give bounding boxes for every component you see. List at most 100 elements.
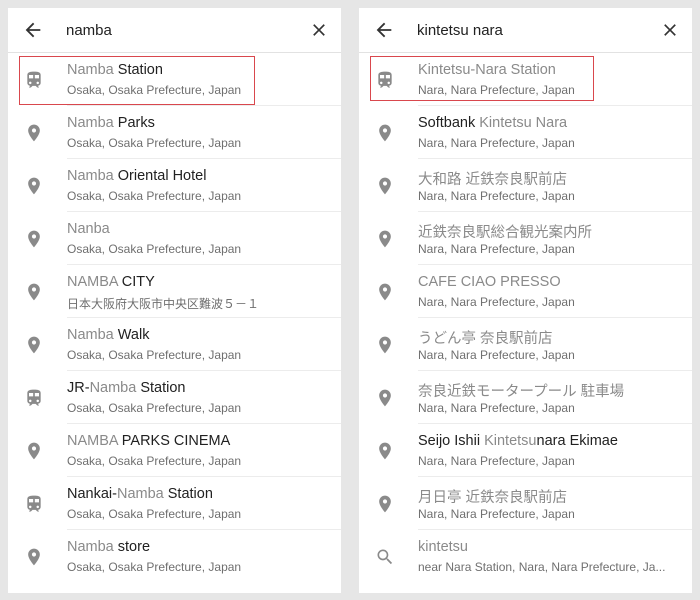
result-address: Nara, Nara Prefecture, Japan [418, 189, 575, 203]
title-segment: 大和路 近鉄奈良駅前店 [418, 172, 568, 188]
train-icon [375, 69, 395, 91]
left-search-panel: Namba Station Osaka, Osaka Prefecture, Ja… [8, 8, 341, 593]
title-segment: Namba [67, 115, 118, 131]
title-segment: Namba [89, 380, 141, 396]
right-search-input[interactable] [417, 17, 637, 43]
list-item[interactable]: Namba Station Osaka, Osaka Prefecture, Ja… [8, 53, 341, 106]
title-segment: Kintetsu-Nara Station [418, 62, 556, 78]
place-pin-icon [375, 440, 395, 462]
train-icon [24, 69, 44, 91]
place-pin-icon [375, 228, 395, 250]
result-address: Osaka, Osaka Prefecture, Japan [67, 83, 242, 97]
title-segment: うどん亭 奈良駅前店 [418, 331, 553, 347]
list-item[interactable]: Namba Walk Osaka, Osaka Prefecture, Japan [8, 318, 341, 371]
title-segment: Ekimae [569, 433, 618, 449]
list-item[interactable]: Namba store Osaka, Osaka Prefecture, Japa… [8, 530, 341, 583]
result-title: NAMBA PARKS CINEMA [67, 433, 333, 449]
list-item[interactable]: 大和路 近鉄奈良駅前店 Nara, Nara Prefecture, Japan [359, 159, 692, 212]
result-title: Namba Station [67, 62, 333, 78]
list-item-text: Namba Oriental Hotel Osaka, Osaka Prefect… [67, 159, 341, 212]
result-address: Nara, Nara Prefecture, Japan [418, 507, 575, 521]
result-address: Osaka, Osaka Prefecture, Japan [67, 348, 242, 362]
list-item[interactable]: 月日亭 近鉄奈良駅前店 Nara, Nara Prefecture, Japan [359, 477, 692, 530]
title-segment: Namba [67, 168, 118, 184]
result-title: 奈良近鉄モータープール 駐車場 [418, 380, 684, 401]
place-pin-icon [375, 334, 395, 356]
list-item[interactable]: Softbank Kintetsu Nara Nara, Nara Prefect… [359, 106, 692, 159]
place-pin-icon [24, 122, 44, 144]
list-item-text: Namba store Osaka, Osaka Prefecture, Japa… [67, 530, 341, 582]
result-address: Nara, Nara Prefecture, Japan [418, 83, 575, 97]
list-item-text: kintetsu near Nara Station, Nara, Nara Pr… [418, 530, 692, 582]
result-title: 月日亭 近鉄奈良駅前店 [418, 486, 684, 507]
result-address: Nara, Nara Prefecture, Japan [418, 242, 575, 256]
list-item-text: NAMBA PARKS CINEMA Osaka, Osaka Prefectur… [67, 424, 341, 477]
list-item[interactable]: kintetsu near Nara Station, Nara, Nara Pr… [359, 530, 692, 583]
result-title: Namba store [67, 539, 333, 555]
list-item-text: Nanba Osaka, Osaka Prefecture, Japan [67, 212, 341, 265]
train-icon [24, 493, 44, 515]
list-item[interactable]: Namba Oriental Hotel Osaka, Osaka Prefect… [8, 159, 341, 212]
result-title: kintetsu [418, 539, 684, 555]
title-segment: nara [536, 433, 570, 449]
right-results-list: Kintetsu-Nara Station Nara, Nara Prefectu… [359, 53, 692, 583]
list-item-text: Namba Walk Osaka, Osaka Prefecture, Japan [67, 318, 341, 371]
title-segment: Kintetsu Nara [479, 115, 568, 131]
result-title: Seijo Ishii Kintetsunara Ekimae [418, 433, 684, 449]
list-item[interactable]: うどん亭 奈良駅前店 Nara, Nara Prefecture, Japan [359, 318, 692, 371]
back-arrow-icon[interactable] [22, 19, 44, 41]
place-pin-icon [375, 387, 395, 409]
list-item-text: うどん亭 奈良駅前店 Nara, Nara Prefecture, Japan [418, 318, 692, 371]
list-item[interactable]: 奈良近鉄モータープール 駐車場 Nara, Nara Prefecture, Ja… [359, 371, 692, 424]
result-address: Osaka, Osaka Prefecture, Japan [67, 136, 242, 150]
place-pin-icon [375, 281, 395, 303]
result-title: JR-Namba Station [67, 380, 333, 396]
result-title: Nanba [67, 221, 333, 237]
result-address: Nara, Nara Prefecture, Japan [418, 454, 575, 468]
title-segment: Oriental Hotel [117, 168, 207, 184]
list-item[interactable]: Kintetsu-Nara Station Nara, Nara Prefectu… [359, 53, 692, 106]
left-search-input[interactable] [66, 17, 286, 43]
list-item-text: Nankai-Namba Station Osaka, Osaka Prefect… [67, 477, 341, 530]
title-segment: store [117, 539, 151, 555]
place-pin-icon [375, 122, 395, 144]
list-item[interactable]: Namba Parks Osaka, Osaka Prefecture, Japa… [8, 106, 341, 159]
title-segment: Station [117, 62, 163, 78]
title-segment: Nankai- [67, 486, 117, 502]
list-item[interactable]: Nankai-Namba Station Osaka, Osaka Prefect… [8, 477, 341, 530]
place-pin-icon [24, 228, 44, 250]
right-search-bar [359, 8, 692, 53]
title-segment: 奈良近鉄モータープール 駐車場 [418, 384, 625, 400]
list-item[interactable]: Nanba Osaka, Osaka Prefecture, Japan [8, 212, 341, 265]
result-address: Osaka, Osaka Prefecture, Japan [67, 560, 242, 574]
list-item[interactable]: JR-Namba Station Osaka, Osaka Prefecture,… [8, 371, 341, 424]
right-search-panel: Kintetsu-Nara Station Nara, Nara Prefectu… [359, 8, 692, 593]
result-title: CAFE CIAO PRESSO [418, 274, 684, 290]
list-item[interactable]: NAMBA CITY 日本大阪府大阪市中央区難波５－１ [8, 265, 341, 318]
title-segment: NAMBA [67, 433, 122, 449]
list-item-text: CAFE CIAO PRESSO Nara, Nara Prefecture, J… [418, 265, 692, 318]
result-address: Osaka, Osaka Prefecture, Japan [67, 242, 242, 256]
list-item[interactable]: NAMBA PARKS CINEMA Osaka, Osaka Prefectur… [8, 424, 341, 477]
list-item-text: Namba Parks Osaka, Osaka Prefecture, Japa… [67, 106, 341, 159]
place-pin-icon [24, 334, 44, 356]
result-title: 大和路 近鉄奈良駅前店 [418, 168, 684, 189]
list-item[interactable]: Seijo Ishii Kintetsunara Ekimae Nara, Nar… [359, 424, 692, 477]
result-title: Nankai-Namba Station [67, 486, 333, 502]
place-pin-icon [24, 546, 44, 568]
left-results-list: Namba Station Osaka, Osaka Prefecture, Ja… [8, 53, 341, 583]
list-item[interactable]: 近鉄奈良駅総合観光案内所 Nara, Nara Prefecture, Japan [359, 212, 692, 265]
list-item-text: Kintetsu-Nara Station Nara, Nara Prefectu… [418, 53, 692, 106]
list-item-text: 大和路 近鉄奈良駅前店 Nara, Nara Prefecture, Japan [418, 159, 692, 212]
result-title: Kintetsu-Nara Station [418, 62, 684, 78]
close-icon[interactable] [309, 20, 329, 40]
title-segment: Namba [116, 486, 168, 502]
left-search-bar [8, 8, 341, 53]
back-arrow-icon[interactable] [373, 19, 395, 41]
place-pin-icon [375, 175, 395, 197]
close-icon[interactable] [660, 20, 680, 40]
list-item-text: Seijo Ishii Kintetsunara Ekimae Nara, Nar… [418, 424, 692, 477]
title-segment: Walk [117, 327, 150, 343]
list-item[interactable]: CAFE CIAO PRESSO Nara, Nara Prefecture, J… [359, 265, 692, 318]
place-pin-icon [24, 440, 44, 462]
